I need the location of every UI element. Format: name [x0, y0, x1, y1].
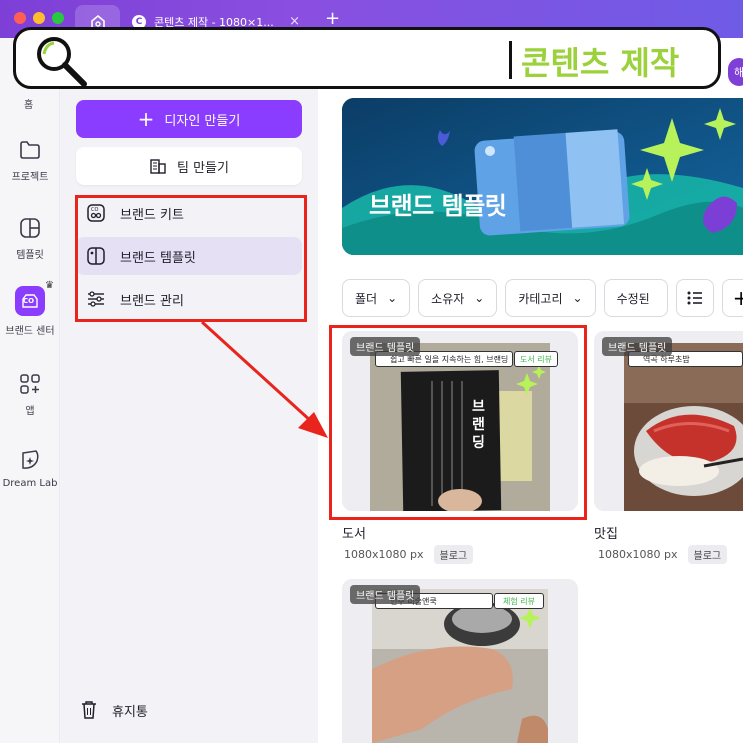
rail-item-brand-center[interactable]: CO ♛ 브랜드 센터	[0, 280, 60, 337]
svg-text:CO: CO	[91, 207, 98, 213]
rail-item-dream-lab[interactable]: Dream Lab	[0, 448, 60, 489]
rail-home-label[interactable]: 홈	[24, 96, 33, 111]
avatar[interactable]: 해	[728, 58, 743, 86]
brand-template-icon	[87, 247, 105, 265]
photo-tag: 도서 리뷰	[514, 351, 558, 367]
new-tab-button[interactable]: +	[325, 8, 340, 29]
maximize-window-button[interactable]	[52, 12, 64, 24]
rail-item-label: Dream Lab	[2, 478, 58, 489]
rail-item-label: 앱	[25, 406, 35, 417]
card-tag: 블로그	[433, 545, 474, 564]
menu-item-label: 브랜드 템플릿	[120, 250, 196, 266]
card-badge: 브랜드 템플릿	[350, 337, 421, 356]
add-button[interactable]: +	[721, 279, 743, 317]
banner-artwork	[342, 98, 743, 255]
card-size: 1080x1080 px	[598, 548, 678, 561]
card-size: 1080x1080 px	[344, 548, 424, 561]
template-icon	[18, 216, 42, 240]
rail-item-projects[interactable]: 프로젝트	[0, 138, 60, 183]
folder-icon	[18, 138, 42, 162]
svg-text:딩: 딩	[472, 434, 485, 451]
search-query: 콘텐츠 제작	[521, 44, 680, 82]
rail-item-label: 프로젝트	[11, 172, 49, 183]
main-content: 브랜드 템플릿 폴더 ⌄ 소유자 ⌄ 카테고리 ⌄ 수정된 + 브랜드 템플릿	[318, 38, 743, 743]
svg-text:브: 브	[472, 399, 485, 415]
building-icon	[150, 159, 166, 174]
create-team-button[interactable]: 팀 만들기	[76, 147, 302, 185]
brand-icon: CO ♛	[15, 280, 54, 316]
chevron-down-icon: ⌄	[474, 291, 485, 305]
rail-item-apps[interactable]: 앱	[0, 372, 60, 417]
filter-label: 카테고리	[518, 291, 563, 306]
rail-item-label: 브랜드 센터	[5, 326, 55, 337]
list-view-icon	[687, 291, 702, 305]
plus-icon: +	[137, 107, 155, 131]
plus-icon: +	[732, 286, 743, 310]
trash-label: 휴지통	[112, 704, 148, 720]
card-meta: 1080x1080 px 블로그	[344, 545, 474, 564]
template-card-books[interactable]: 브랜드 템플릿 브 랜 딩 쉽고 빠른 일을 지속하는 힘, 브랜딩 도서 리뷰	[342, 331, 578, 511]
filter-modified[interactable]: 수정된	[603, 279, 668, 317]
card-badge: 브랜드 템플릿	[350, 585, 421, 604]
brand-badge-text: CO	[23, 297, 35, 305]
filter-label: 폴더	[355, 291, 378, 306]
dream-lab-icon	[18, 448, 42, 472]
brand-templates-banner: 브랜드 템플릿	[342, 98, 743, 255]
filter-owner[interactable]: 소유자 ⌄	[418, 279, 498, 317]
banner-title: 브랜드 템플릿	[369, 192, 507, 220]
menu-item-label: 브랜드 키트	[120, 207, 184, 223]
template-card-experience[interactable]: 브랜드 템플릿 인주 미술앤쿡 체험 리뷰	[342, 579, 578, 743]
photo-tag: 체험 리뷰	[494, 593, 544, 609]
chevron-down-icon: ⌄	[387, 291, 398, 305]
menu-item-brand-management[interactable]: 브랜드 관리	[76, 280, 302, 318]
menu-item-brand-templates[interactable]: 브랜드 템플릿	[76, 237, 302, 275]
trash-icon	[82, 701, 96, 719]
card-tag: 블로그	[687, 545, 728, 564]
template-card-restaurants[interactable]: 브랜드 템플릿 역곡 하루초밥	[594, 331, 743, 511]
card-meta: 1080x1080 px 블로그	[598, 545, 728, 564]
sliders-icon	[88, 291, 104, 307]
menu-item-label: 브랜드 관리	[120, 293, 184, 309]
card-badge: 브랜드 템플릿	[602, 337, 673, 356]
rail-item-templates[interactable]: 템플릿	[0, 216, 60, 261]
list-view-button[interactable]	[675, 279, 714, 317]
card-title[interactable]: 도서	[342, 523, 366, 542]
magnifier-icon	[37, 37, 87, 87]
create-team-label: 팀 만들기	[177, 160, 229, 176]
filter-folder[interactable]: 폴더 ⌄	[342, 279, 411, 317]
brand-side-panel: + 디자인 만들기 팀 만들기 CO 브랜드 키트 브랜드 템플릿 브랜드 관리…	[60, 38, 318, 743]
filter-label: 소유자	[431, 291, 465, 306]
create-design-label: 디자인 만들기	[164, 113, 241, 129]
menu-item-brand-kit[interactable]: CO 브랜드 키트	[76, 194, 302, 232]
filter-label: 수정된	[616, 291, 650, 306]
card-title[interactable]: 맛집	[594, 523, 618, 542]
brand-kit-icon: CO	[87, 204, 105, 222]
close-window-button[interactable]	[14, 12, 26, 24]
filter-category[interactable]: 카테고리 ⌄	[505, 279, 596, 317]
create-design-button[interactable]: + 디자인 만들기	[76, 100, 302, 138]
svg-text:랜: 랜	[472, 416, 485, 433]
text-cursor	[509, 41, 512, 79]
minimize-window-button[interactable]	[33, 12, 45, 24]
search-overlay[interactable]: 콘텐츠 제작	[13, 27, 721, 89]
apps-icon	[18, 372, 42, 396]
crown-icon: ♛	[45, 280, 54, 291]
filter-bar: 폴더 ⌄ 소유자 ⌄ 카테고리 ⌄ 수정된 +	[342, 279, 743, 317]
rail-item-label: 템플릿	[16, 250, 44, 261]
trash-link[interactable]: 휴지통	[80, 700, 148, 720]
left-rail: 홈 프로젝트 템플릿 CO ♛ 브랜드 센터 앱 Dream Lab	[0, 38, 60, 743]
chevron-down-icon: ⌄	[572, 291, 583, 305]
